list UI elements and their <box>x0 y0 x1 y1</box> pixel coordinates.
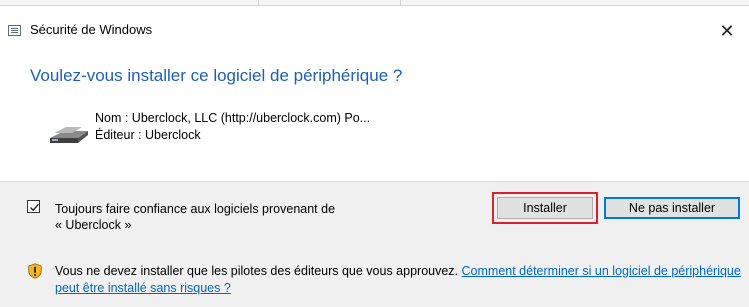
warning-text: Vous ne devez installer que les pilotes … <box>55 264 462 278</box>
driver-name: Nom : Uberclock, LLC (http://uberclock.c… <box>95 111 371 125</box>
close-button[interactable]: ✕ <box>716 20 738 42</box>
window-icon <box>8 25 21 36</box>
warning-message: Vous ne devez installer que les pilotes … <box>55 263 745 297</box>
dialog-heading: Voulez-vous installer ce logiciel de pér… <box>30 66 403 85</box>
driver-publisher: Éditeur : Uberclock <box>95 128 201 142</box>
driver-info: Nom : Uberclock, LLC (http://uberclock.c… <box>95 110 370 144</box>
title-bar: Sécurité de Windows ✕ <box>0 14 749 44</box>
action-panel: Toujours faire confiance aux logiciels p… <box>0 181 749 307</box>
window-title: Sécurité de Windows <box>30 22 153 37</box>
trust-checkbox-label[interactable]: Toujours faire confiance aux logiciels p… <box>55 201 425 233</box>
divider <box>0 181 749 182</box>
device-driver-icon <box>50 127 88 143</box>
background-window-strip <box>0 0 749 6</box>
install-button[interactable]: Installer <box>497 197 593 219</box>
trust-checkbox[interactable] <box>27 200 40 213</box>
shield-warning-icon <box>28 263 42 279</box>
checkmark-icon <box>30 203 40 212</box>
close-icon: ✕ <box>719 20 735 41</box>
dont-install-button[interactable]: Ne pas installer <box>604 197 740 219</box>
